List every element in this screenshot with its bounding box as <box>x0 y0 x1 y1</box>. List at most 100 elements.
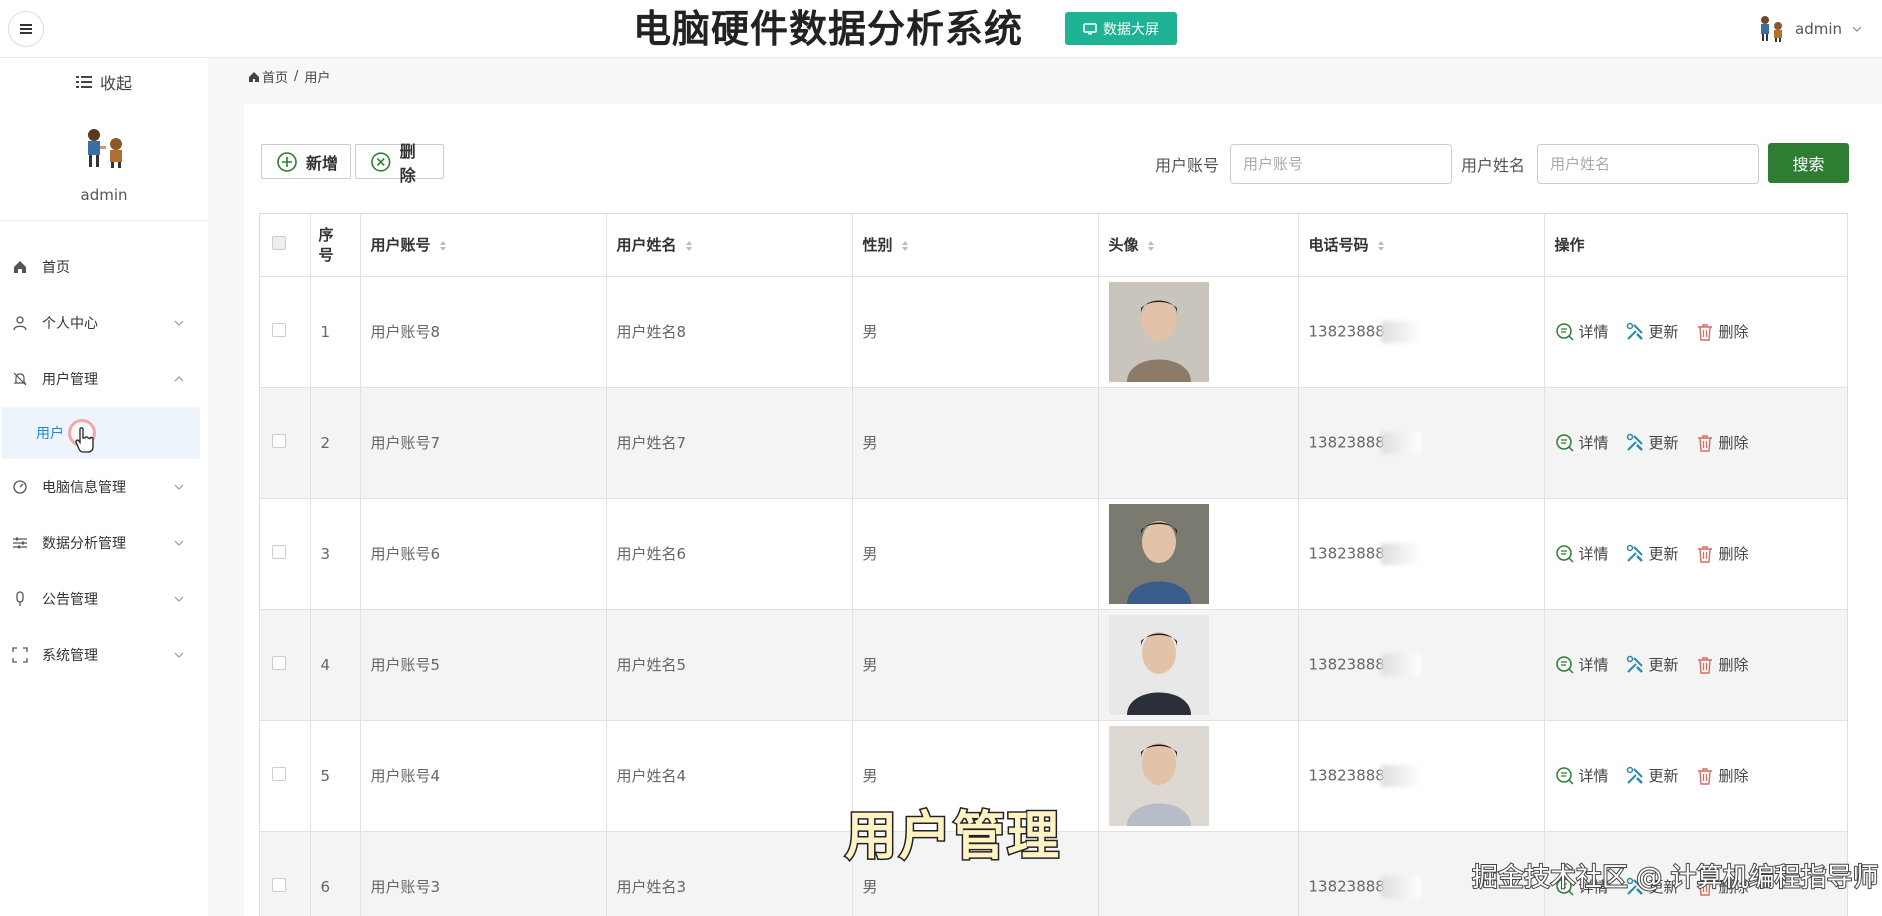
delete-row-button[interactable]: 删除 <box>1695 654 1749 675</box>
collapse-label: 收起 <box>99 74 132 93</box>
row-gender: 男 <box>852 498 1099 610</box>
row-checkbox[interactable] <box>272 766 286 781</box>
row-select-cell[interactable] <box>260 276 311 388</box>
sidebar-item-computer-info[interactable]: 电脑信息管理 <box>0 459 208 515</box>
breadcrumb-separator: / <box>294 69 299 84</box>
update-button[interactable]: 更新 <box>1625 321 1679 342</box>
row-select-cell[interactable] <box>260 609 311 721</box>
row-phone-cell: 13823888 <box>1298 276 1545 388</box>
delete-row-button[interactable]: 删除 <box>1695 765 1749 786</box>
sidebar-item-label: 数据分析管理 <box>42 536 126 552</box>
detail-button[interactable]: 详情 <box>1555 432 1609 453</box>
update-button[interactable]: 更新 <box>1625 432 1679 453</box>
name-search-input[interactable] <box>1537 144 1759 184</box>
row-checkbox[interactable] <box>272 544 286 559</box>
compass-icon <box>12 479 28 495</box>
sidebar-item-user-management[interactable]: 用户管理 <box>0 351 208 407</box>
row-index: 3 <box>310 498 361 610</box>
detail-button[interactable]: 详情 <box>1555 321 1609 342</box>
table-row[interactable]: 2 用户账号7 用户姓名7 男 13823888 详情 更新 删除 <box>260 387 1847 499</box>
sidebar-item-announcements[interactable]: 公告管理 <box>0 571 208 627</box>
detail-button[interactable]: 详情 <box>1555 765 1609 786</box>
delete-button[interactable]: 删除 <box>355 142 444 185</box>
row-name: 用户姓名5 <box>606 609 853 721</box>
update-button[interactable]: 更新 <box>1625 654 1679 675</box>
detail-button[interactable]: 详情 <box>1555 543 1609 564</box>
data-big-screen-button[interactable]: 数据大屏 <box>1065 12 1177 45</box>
header-user-menu[interactable]: admin <box>1757 14 1862 44</box>
row-name: 用户姓名6 <box>606 498 853 610</box>
menu-toggle-button[interactable] <box>8 11 44 47</box>
delete-row-button[interactable]: 删除 <box>1695 432 1749 453</box>
row-checkbox[interactable] <box>272 433 286 448</box>
select-all-checkbox[interactable] <box>272 235 286 250</box>
sidebar-item-system[interactable]: 系统管理 <box>0 627 208 683</box>
row-gender: 男 <box>852 276 1099 388</box>
sliders-icon <box>12 535 28 551</box>
breadcrumb-current: 用户 <box>304 71 331 86</box>
sidebar-user: admin <box>0 126 208 204</box>
row-phone: 13823888 <box>1308 655 1385 673</box>
search-button[interactable]: 搜索 <box>1768 143 1849 183</box>
row-checkbox[interactable] <box>272 655 286 670</box>
video-caption: 用户管理 <box>843 806 1062 869</box>
microphone-icon <box>12 591 28 607</box>
column-header-name[interactable]: 用户姓名 <box>606 214 853 277</box>
top-header: 电脑硬件数据分析系统 数据大屏 admin <box>0 0 1882 58</box>
add-button-label: 新增 <box>306 153 339 173</box>
row-select-cell[interactable] <box>260 720 311 832</box>
account-search-input[interactable] <box>1230 144 1452 184</box>
sidebar-divider <box>0 220 208 221</box>
column-header-index: 序号 <box>310 214 361 277</box>
hamburger-icon <box>20 24 32 34</box>
close-circle-icon <box>371 151 391 172</box>
delete-row-button[interactable]: 删除 <box>1695 321 1749 342</box>
add-button[interactable]: 新增 <box>261 144 351 179</box>
column-header-avatar[interactable]: 头像 <box>1098 214 1299 277</box>
sidebar-item-label: 首页 <box>42 260 70 276</box>
row-account: 用户账号4 <box>360 720 607 832</box>
row-avatar-cell <box>1098 276 1299 388</box>
column-header-account[interactable]: 用户账号 <box>360 214 607 277</box>
tools-icon <box>1626 433 1643 451</box>
row-avatar-cell <box>1098 720 1299 832</box>
chevron-down-icon <box>174 484 184 490</box>
sidebar-item-home[interactable]: 首页 <box>0 239 208 295</box>
column-header-phone[interactable]: 电话号码 <box>1298 214 1545 277</box>
detail-button[interactable]: 详情 <box>1555 654 1609 675</box>
row-select-cell[interactable] <box>260 387 311 499</box>
column-header-gender[interactable]: 性别 <box>852 214 1099 277</box>
row-avatar-cell <box>1098 609 1299 721</box>
row-select-cell[interactable] <box>260 831 311 916</box>
row-checkbox[interactable] <box>272 322 286 337</box>
sidebar-item-data-analysis[interactable]: 数据分析管理 <box>0 515 208 571</box>
sidebar-item-label: 用户管理 <box>42 372 98 388</box>
table-row[interactable]: 1 用户账号8 用户姓名8 男 13823888 详情 更新 删除 <box>260 276 1847 388</box>
delete-row-button[interactable]: 删除 <box>1695 543 1749 564</box>
tools-icon <box>1626 322 1643 340</box>
update-button[interactable]: 更新 <box>1625 765 1679 786</box>
collapse-button[interactable]: 收起 <box>0 64 208 100</box>
row-index: 1 <box>310 276 361 388</box>
user-avatar-image <box>1108 281 1209 382</box>
table-row[interactable]: 4 用户账号5 用户姓名5 男 13823888 详情 更新 删除 <box>260 609 1847 721</box>
home-icon <box>249 71 259 82</box>
search-detail-icon <box>1555 433 1574 452</box>
row-actions: 详情 更新 删除 <box>1544 609 1847 721</box>
breadcrumb-home[interactable]: 首页 <box>262 67 288 86</box>
row-name: 用户姓名4 <box>606 720 853 832</box>
sidebar-item-label: 系统管理 <box>42 648 98 664</box>
update-button[interactable]: 更新 <box>1625 543 1679 564</box>
sidebar-subitem-users[interactable]: 用户 <box>2 407 200 459</box>
table-row[interactable]: 3 用户账号6 用户姓名6 男 13823888 详情 更新 删除 <box>260 498 1847 610</box>
plus-circle-icon <box>277 151 297 172</box>
row-phone: 13823888 <box>1308 544 1385 562</box>
sidebar-item-profile[interactable]: 个人中心 <box>0 295 208 351</box>
sort-icon <box>685 240 692 251</box>
row-checkbox[interactable] <box>272 877 286 892</box>
row-select-cell[interactable] <box>260 498 311 610</box>
row-actions: 详情 更新 删除 <box>1544 498 1847 610</box>
select-all-cell[interactable] <box>260 214 311 277</box>
row-actions: 详情 更新 删除 <box>1544 387 1847 499</box>
sidebar-item-label: 公告管理 <box>42 592 98 608</box>
